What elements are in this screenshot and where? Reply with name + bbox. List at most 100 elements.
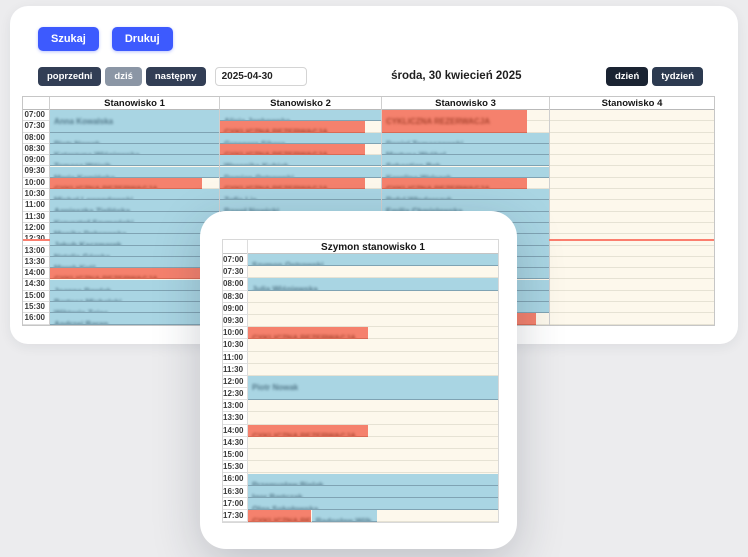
- time-label: 10:00: [223, 327, 247, 339]
- recurring-reservation-block[interactable]: CYKLICZNA REZERWACJA: [50, 268, 202, 279]
- reservation-block[interactable]: Sebastian Bąk: [382, 155, 549, 166]
- reservation-block[interactable]: Martyna Wróbel: [382, 144, 549, 155]
- recurring-reservation-block[interactable]: CYKLICZNA REZERWACJA: [248, 510, 311, 522]
- empty-time-slot[interactable]: [550, 279, 714, 290]
- print-button[interactable]: Drukuj: [112, 27, 173, 51]
- recurring-reservation-block[interactable]: CYKLICZNA REZERWACJA: [220, 144, 365, 155]
- empty-time-slot[interactable]: [550, 246, 714, 257]
- empty-time-slot[interactable]: [248, 303, 498, 315]
- reservation-block[interactable]: Agnieszka Zielińska: [50, 200, 219, 211]
- station-column-4: [549, 110, 714, 325]
- day-view-button[interactable]: dzień: [606, 67, 648, 86]
- reservation-block[interactable]: Natalia Górska: [50, 246, 219, 257]
- reservation-block[interactable]: Karolina Walczak: [382, 167, 549, 178]
- time-label: 11:30: [23, 212, 49, 223]
- recurring-reservation-block[interactable]: CYKLICZNA REZERWACJA: [220, 121, 365, 132]
- reservation-block[interactable]: Igor Bartczak: [248, 486, 498, 498]
- reservation-block[interactable]: Bartosz Michalski: [50, 291, 219, 302]
- empty-time-slot[interactable]: [248, 315, 498, 327]
- reservation-block[interactable]: Piotr Nowak: [50, 133, 219, 144]
- empty-time-slot[interactable]: [248, 461, 498, 473]
- empty-time-slot[interactable]: [248, 437, 498, 449]
- reservation-block[interactable]: Julia Wiśniewska: [248, 278, 498, 290]
- time-label: 14:30: [23, 279, 49, 290]
- recurring-reservation-block[interactable]: CYKLICZNA REZERWACJA: [50, 178, 202, 189]
- prev-day-button[interactable]: poprzedni: [38, 67, 101, 86]
- empty-time-slot[interactable]: [550, 166, 714, 177]
- empty-time-slot[interactable]: [550, 302, 714, 313]
- reservation-label: Julia Wiśniewska: [252, 285, 318, 290]
- reservation-block[interactable]: Daniel Tomaszewski: [382, 133, 549, 144]
- reservation-block[interactable]: Maria Kamińska: [50, 167, 219, 178]
- empty-time-slot[interactable]: [248, 291, 498, 303]
- empty-time-slot[interactable]: [550, 121, 714, 132]
- recurring-reservation-block[interactable]: CYKLICZNA REZERWACJA: [382, 110, 527, 133]
- reservation-block[interactable]: Przemysław Bielak: [248, 474, 498, 486]
- reservation-block[interactable]: Wiktoria Zając: [50, 302, 219, 313]
- empty-time-slot[interactable]: [248, 412, 498, 424]
- reservation-block[interactable]: Rafał Włodarczyk: [382, 189, 549, 200]
- time-label: 09:30: [223, 315, 247, 327]
- empty-time-slot[interactable]: [248, 400, 498, 412]
- search-button[interactable]: Szukaj: [38, 27, 99, 51]
- empty-time-slot[interactable]: [248, 352, 498, 364]
- time-label: 14:00: [223, 425, 247, 437]
- time-label: 08:00: [223, 278, 247, 290]
- reservation-block[interactable]: Paweł Nowicki: [220, 200, 381, 211]
- empty-time-slot[interactable]: [550, 200, 714, 211]
- recurring-reservation-block[interactable]: CYKLICZNA REZERWACJA: [220, 178, 365, 189]
- time-label: 16:30: [223, 486, 247, 498]
- time-label: 11:00: [223, 352, 247, 364]
- empty-time-slot[interactable]: [248, 364, 498, 376]
- empty-time-slot[interactable]: [550, 212, 714, 223]
- reservation-label: CYKLICZNA REZERWACJA: [252, 432, 356, 437]
- reservation-block[interactable]: Michał Lewandowski: [50, 189, 219, 200]
- empty-time-slot[interactable]: [248, 339, 498, 351]
- empty-time-slot[interactable]: [550, 268, 714, 279]
- empty-time-slot[interactable]: [550, 189, 714, 200]
- empty-time-slot[interactable]: [550, 257, 714, 268]
- reservation-block[interactable]: Grzegorz Sikora: [220, 133, 381, 144]
- reservation-block[interactable]: Piotr Nowak: [248, 376, 498, 400]
- reservation-block[interactable]: Tomasz Wójcik: [50, 155, 219, 166]
- recurring-reservation-block[interactable]: CYKLICZNA REZERWACJA: [382, 178, 527, 189]
- time-label: 08:00: [23, 133, 49, 144]
- reservation-block[interactable]: Monika Dąbrowska: [50, 223, 219, 234]
- week-view-button[interactable]: tydzień: [652, 67, 703, 86]
- empty-time-slot[interactable]: [550, 144, 714, 155]
- reservation-block[interactable]: Jakub Kaczmarek: [50, 234, 219, 245]
- empty-time-slot[interactable]: [550, 110, 714, 121]
- empty-time-slot[interactable]: [550, 223, 714, 234]
- recurring-reservation-block[interactable]: CYKLICZNA REZERWACJA: [248, 425, 368, 437]
- reservation-block[interactable]: Krzysztof Szymański: [50, 212, 219, 223]
- date-input[interactable]: [215, 67, 307, 86]
- empty-time-slot[interactable]: [550, 133, 714, 144]
- column-header-1: Szymon stanowisko 1: [247, 240, 498, 254]
- empty-time-slot[interactable]: [550, 313, 714, 324]
- empty-time-slot[interactable]: [248, 449, 498, 461]
- reservation-block[interactable]: Andrzej Baran: [50, 313, 219, 324]
- time-label: 09:00: [223, 303, 247, 315]
- reservation-block[interactable]: Radosław Wilk: [312, 510, 377, 522]
- reservation-block[interactable]: Anna Kowalska: [50, 110, 219, 133]
- next-day-button[interactable]: następny: [146, 67, 206, 86]
- reservation-block[interactable]: Zofia Lis: [220, 189, 381, 200]
- reservation-label: Piotr Nowak: [252, 383, 298, 392]
- reservation-block[interactable]: Szymon Ostrowski: [248, 254, 498, 266]
- empty-time-slot[interactable]: [550, 178, 714, 189]
- reservation-block[interactable]: Joanna Pawlak: [50, 280, 219, 291]
- recurring-reservation-block[interactable]: CYKLICZNA REZERWACJA: [248, 327, 368, 339]
- empty-time-slot[interactable]: [550, 155, 714, 166]
- time-label: 16:00: [223, 473, 247, 485]
- empty-time-slot[interactable]: [550, 291, 714, 302]
- reservation-block[interactable]: Damian Ostrowski: [220, 167, 381, 178]
- reservation-block[interactable]: Katarzyna Wiśniewska: [50, 144, 219, 155]
- time-label: 15:00: [223, 449, 247, 461]
- reservation-block[interactable]: Olga Sokołowska: [248, 498, 498, 510]
- reservation-block[interactable]: Alicja Jankowska: [220, 110, 381, 121]
- today-button[interactable]: dziś: [105, 67, 141, 86]
- reservation-block[interactable]: Weronika Kubiak: [220, 155, 381, 166]
- reservation-block[interactable]: Marek Król: [50, 257, 219, 268]
- empty-time-slot[interactable]: [248, 266, 498, 278]
- reservation-block[interactable]: Emilia Chmielewska: [382, 200, 549, 211]
